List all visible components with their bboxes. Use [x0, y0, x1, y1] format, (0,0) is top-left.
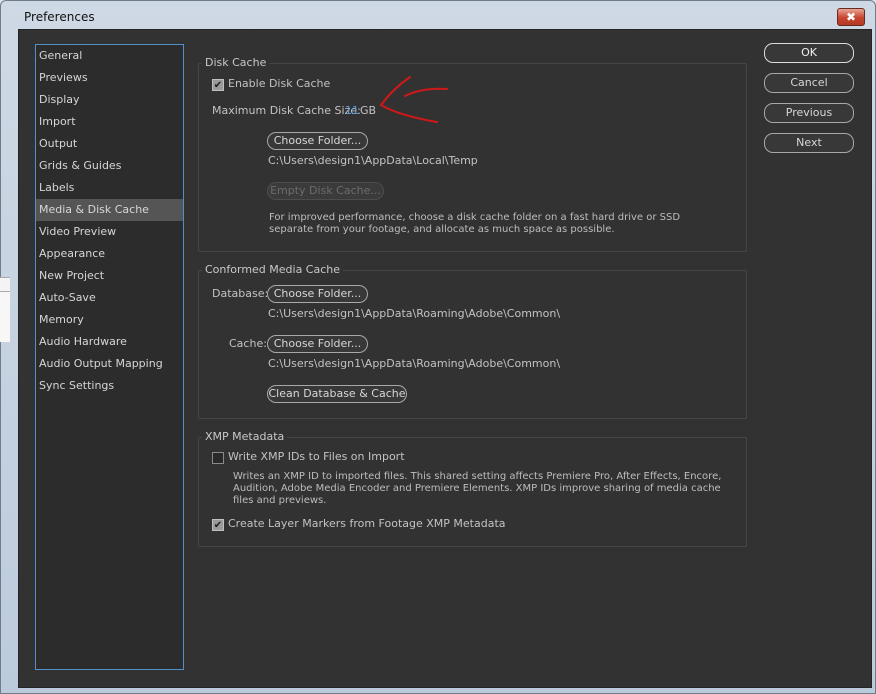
next-button[interactable]: Next: [764, 133, 854, 153]
cancel-button[interactable]: Cancel: [764, 73, 854, 93]
window-title: Preferences: [24, 10, 95, 24]
sidebar-item-audio-output-mapping[interactable]: Audio Output Mapping: [36, 353, 183, 375]
close-button[interactable]: ✖: [837, 8, 865, 26]
sidebar-item-grids-guides[interactable]: Grids & Guides: [36, 155, 183, 177]
write-xmp-ids-description: Writes an XMP ID to imported files. This…: [233, 471, 722, 506]
sidebar-item-previews[interactable]: Previews: [36, 67, 183, 89]
checkmark-icon: ✔: [213, 520, 223, 531]
previous-button[interactable]: Previous: [764, 103, 854, 123]
sidebar-item-appearance[interactable]: Appearance: [36, 243, 183, 265]
disk-cache-choose-folder-button[interactable]: Choose Folder...: [267, 132, 368, 150]
checkmark-icon: ✔: [213, 80, 223, 91]
conformed-media-cache-title: Conformed Media Cache: [202, 263, 344, 276]
enable-disk-cache-checkbox[interactable]: ✔: [212, 79, 224, 91]
ok-button[interactable]: OK: [764, 43, 854, 63]
sidebar-item-auto-save[interactable]: Auto-Save: [36, 287, 183, 309]
cache-choose-folder-button[interactable]: Choose Folder...: [267, 335, 368, 353]
background-window-edge: [0, 277, 10, 292]
disk-cache-path: C:\Users\design1\AppData\Local\Temp: [268, 154, 478, 167]
max-disk-cache-size-unit: GB: [360, 104, 377, 117]
write-xmp-ids-checkbox[interactable]: [212, 452, 224, 464]
max-disk-cache-size-label: Maximum Disk Cache Size:: [212, 104, 361, 117]
sidebar-item-display[interactable]: Display: [36, 89, 183, 111]
write-xmp-ids-label[interactable]: Write XMP IDs to Files on Import: [228, 450, 405, 463]
create-layer-markers-label[interactable]: Create Layer Markers from Footage XMP Me…: [228, 517, 506, 530]
sidebar-item-labels[interactable]: Labels: [36, 177, 183, 199]
sidebar-item-memory[interactable]: Memory: [36, 309, 183, 331]
cache-label: Cache:: [229, 337, 267, 350]
background-window-edge-2: [0, 291, 10, 342]
database-choose-folder-button[interactable]: Choose Folder...: [267, 285, 368, 303]
cache-path: C:\Users\design1\AppData\Roaming\Adobe\C…: [268, 357, 561, 370]
sidebar-item-import[interactable]: Import: [36, 111, 183, 133]
empty-disk-cache-button[interactable]: Empty Disk Cache...: [267, 182, 384, 200]
preferences-category-list: General Previews Display Import Output G…: [35, 44, 184, 670]
database-label: Database:: [212, 287, 269, 300]
sidebar-item-new-project[interactable]: New Project: [36, 265, 183, 287]
sidebar-item-media-disk-cache[interactable]: Media & Disk Cache: [36, 199, 183, 221]
sidebar-item-video-preview[interactable]: Video Preview: [36, 221, 183, 243]
database-path: C:\Users\design1\AppData\Roaming\Adobe\C…: [268, 307, 561, 320]
create-layer-markers-checkbox[interactable]: ✔: [212, 519, 224, 531]
sidebar-item-sync-settings[interactable]: Sync Settings: [36, 375, 183, 397]
clean-database-cache-button[interactable]: Clean Database & Cache: [267, 385, 407, 403]
xmp-metadata-title: XMP Metadata: [202, 430, 288, 443]
enable-disk-cache-label[interactable]: Enable Disk Cache: [228, 77, 330, 90]
max-disk-cache-size-value[interactable]: 11: [345, 104, 359, 117]
sidebar-item-output[interactable]: Output: [36, 133, 183, 155]
sidebar-item-general[interactable]: General: [36, 45, 183, 67]
sidebar-item-audio-hardware[interactable]: Audio Hardware: [36, 331, 183, 353]
disk-cache-hint: For improved performance, choose a disk …: [269, 212, 681, 235]
close-icon: ✖: [845, 10, 857, 24]
disk-cache-title: Disk Cache: [202, 56, 270, 69]
red-arrow-annotation: [379, 76, 448, 123]
